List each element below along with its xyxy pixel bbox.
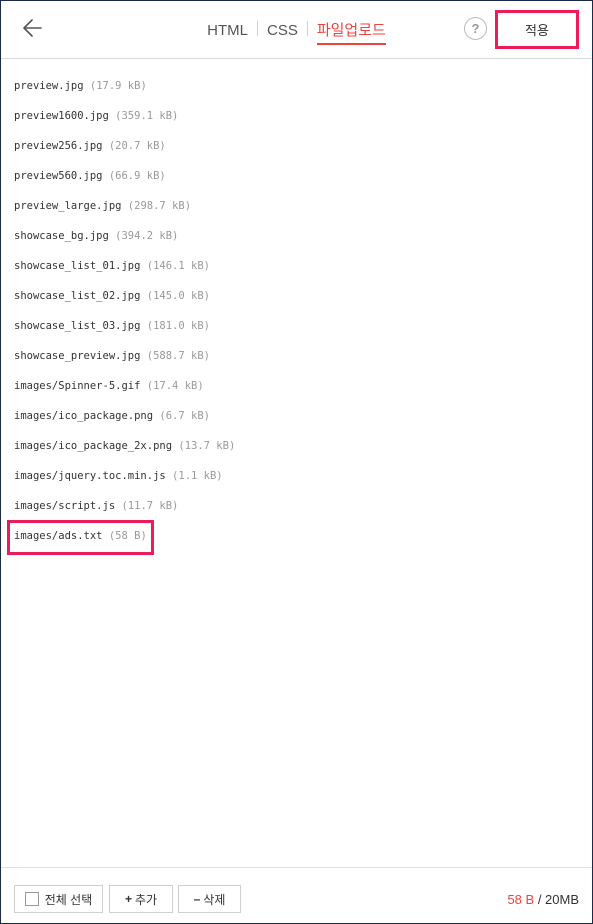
plus-icon: + <box>124 892 132 906</box>
file-name: images/Spinner-5.gif <box>14 380 141 392</box>
file-name: showcase_list_01.jpg <box>14 260 141 272</box>
file-name: showcase_list_02.jpg <box>14 290 141 302</box>
file-size: (146.1 kB) <box>146 260 210 272</box>
file-list-item[interactable]: showcase_list_03.jpg (181.0 kB) <box>14 319 574 349</box>
header-bar: HTML CSS 파일업로드 ? 적용 <box>1 1 592 59</box>
storage-quota: 58 B / 20MB <box>507 892 579 907</box>
tab-html[interactable]: HTML <box>207 22 248 44</box>
apply-button[interactable]: 적용 <box>495 10 579 49</box>
file-name: preview1600.jpg <box>14 110 109 122</box>
storage-used: 58 B <box>507 892 535 907</box>
file-list-item[interactable]: preview.jpg (17.9 kB) <box>14 79 574 109</box>
delete-file-button[interactable]: – 삭제 <box>178 885 241 913</box>
file-name: images/script.js <box>14 500 116 512</box>
help-button[interactable]: ? <box>464 17 487 40</box>
file-size: (145.0 kB) <box>146 290 210 302</box>
file-name: images/ads.txt <box>14 530 103 542</box>
file-name: images/ico_package_2x.png <box>14 440 173 452</box>
file-name: preview256.jpg <box>14 140 103 152</box>
tab-divider <box>256 21 258 36</box>
select-all-checkbox[interactable] <box>24 892 39 906</box>
file-list-item[interactable]: showcase_preview.jpg (588.7 kB) <box>14 349 574 379</box>
file-size: (17.4 kB) <box>146 380 204 392</box>
file-size: (13.7 kB) <box>178 440 236 452</box>
footer-bar: 전체 선택 + 추가 – 삭제 58 B / 20MB <box>1 867 592 924</box>
storage-total: / 20MB <box>534 892 579 907</box>
file-size: (17.9 kB) <box>89 80 147 92</box>
file-list-item[interactable]: images/script.js (11.7 kB) <box>14 499 574 529</box>
file-size: (58 B) <box>108 530 147 542</box>
file-list-item[interactable]: preview256.jpg (20.7 kB) <box>14 139 574 169</box>
select-all-label: 전체 선택 <box>44 892 93 907</box>
file-name: showcase_list_03.jpg <box>14 320 141 332</box>
file-list: preview.jpg (17.9 kB) preview1600.jpg (35… <box>14 79 574 559</box>
add-label: 추가 <box>134 892 158 907</box>
file-size: (588.7 kB) <box>146 350 210 362</box>
file-name: preview_large.jpg <box>14 200 122 212</box>
file-name: images/jquery.toc.min.js <box>14 470 166 482</box>
file-upload-panel: HTML CSS 파일업로드 ? 적용 preview.jpg (17.9 kB) p… <box>0 0 593 924</box>
file-name: showcase_preview.jpg <box>14 350 141 362</box>
tab-css[interactable]: CSS <box>267 22 298 44</box>
file-list-item[interactable]: preview_large.jpg (298.7 kB) <box>14 199 574 229</box>
file-size: (11.7 kB) <box>121 500 179 512</box>
file-list-item[interactable]: showcase_list_02.jpg (145.0 kB) <box>14 289 574 319</box>
file-list-item[interactable]: images/ico_package_2x.png (13.7 kB) <box>14 439 574 469</box>
delete-label: 삭제 <box>203 892 226 907</box>
file-list-item[interactable]: images/ico_package.png (6.7 kB) <box>14 409 574 439</box>
file-name: images/ico_package.png <box>14 410 154 422</box>
file-list-item[interactable]: preview1600.jpg (359.1 kB) <box>14 109 574 139</box>
tab-divider <box>306 21 308 36</box>
file-size: (20.7 kB) <box>108 140 166 152</box>
file-list-item[interactable]: showcase_list_01.jpg (146.1 kB) <box>14 259 574 289</box>
minus-icon: – <box>193 892 201 906</box>
file-list-item[interactable]: preview560.jpg (66.9 kB) <box>14 169 574 199</box>
file-list-item[interactable]: showcase_bg.jpg (394.2 kB) <box>14 229 574 259</box>
file-name: preview560.jpg <box>14 170 103 182</box>
select-all-button[interactable]: 전체 선택 <box>14 885 103 913</box>
file-list-item[interactable]: images/jquery.toc.min.js (1.1 kB) <box>14 469 574 499</box>
file-list-item[interactable]: images/Spinner-5.gif (17.4 kB) <box>14 379 574 409</box>
file-size: (1.1 kB) <box>172 470 223 482</box>
file-name: showcase_bg.jpg <box>14 230 109 242</box>
file-size: (181.0 kB) <box>146 320 210 332</box>
add-file-button[interactable]: + 추가 <box>109 885 173 913</box>
file-size: (359.1 kB) <box>115 110 179 122</box>
question-icon: ? <box>471 21 480 36</box>
file-size: (6.7 kB) <box>159 410 210 422</box>
file-list-item[interactable]: images/ads.txt (58 B) <box>14 529 574 559</box>
file-size: (298.7 kB) <box>127 200 192 212</box>
file-size: (66.9 kB) <box>108 170 166 182</box>
file-name: preview.jpg <box>14 80 84 92</box>
tab-file-upload[interactable]: 파일업로드 <box>316 19 386 45</box>
file-size: (394.2 kB) <box>115 230 179 242</box>
